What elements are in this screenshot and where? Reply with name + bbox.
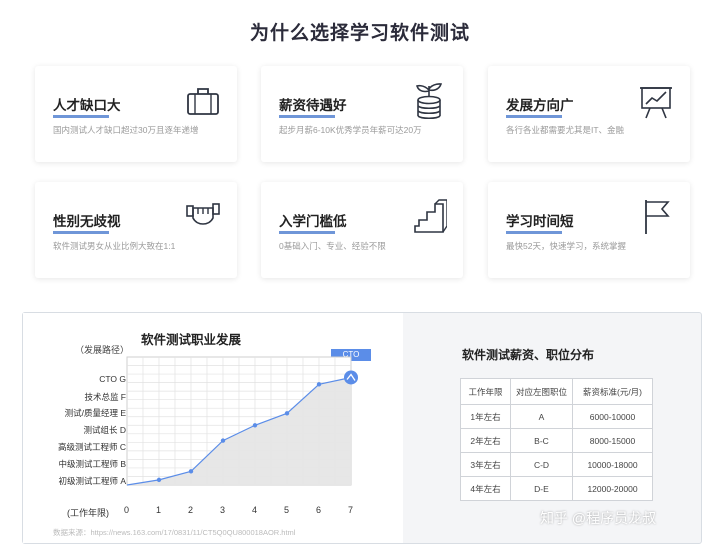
card-description: 最快52天，快速学习，系统掌握 [506, 241, 626, 251]
y-tick-label: CTO G [99, 373, 126, 384]
table-cell: D-E [510, 476, 573, 501]
data-point [188, 469, 194, 474]
table-header: 工作年限 [460, 378, 511, 405]
table-row: 1年左右 A 6000-10000 [460, 404, 653, 429]
x-axis-title: (工作年限) [67, 508, 109, 518]
card-description: 起步月薪6-10K优秀学员年薪可达20万 [279, 125, 422, 135]
card-title: 入学门槛低 [279, 214, 347, 229]
career-chart-area: 软件测试职业发展 （发展路径） CTO 初级测试工程师 A 中级测试工程师 B 高级… [23, 313, 403, 543]
x-tick-label: 1 [156, 505, 162, 515]
card-description: 各行各业都需要尤其是IT、金融 [506, 125, 625, 135]
card-title: 发展方向广 [506, 98, 574, 113]
table-row: 4年左右 D-E 12000-20000 [460, 476, 653, 501]
card-accent-bar [279, 115, 335, 118]
card-talent-gap: 人才缺口大 国内测试人才缺口超过30万且逐年递增 [35, 66, 237, 162]
card-gender-equality: 性别无歧视 软件测试男女从业比例大致在1:1 [35, 182, 237, 278]
table-cell: 1年左右 [460, 404, 511, 429]
data-point [284, 411, 290, 416]
x-tick-label: 0 [124, 505, 130, 515]
table-cell: 8000-15000 [572, 428, 653, 453]
fist-icon [186, 203, 220, 225]
table-cell: 10000-18000 [572, 452, 653, 477]
money-plant-icon [415, 83, 443, 120]
page-title: 为什么选择学习软件测试 [249, 23, 470, 44]
card-description: 软件测试男女从业比例大致在1:1 [53, 241, 176, 251]
table-cell: 4年左右 [460, 476, 511, 501]
briefcase-icon [187, 88, 219, 115]
data-point [252, 423, 258, 428]
card-description: 0基础入门、专业、经验不限 [279, 241, 386, 251]
x-tick-label: 5 [284, 505, 290, 515]
table-cell: B-C [510, 428, 573, 453]
card-career-scope: 发展方向广 各行各业都需要尤其是IT、金融 [488, 66, 690, 162]
data-point [316, 382, 322, 387]
end-marker [344, 370, 358, 385]
table-cell: 12000-20000 [572, 476, 653, 501]
card-accent-bar [53, 115, 109, 118]
y-tick-label: 测试/质量经理 E [64, 408, 126, 419]
flag-icon [645, 200, 670, 234]
card-title: 学习时间短 [506, 214, 574, 229]
x-tick-label: 3 [220, 505, 226, 515]
presentation-chart-icon [640, 87, 672, 119]
y-tick-label: 高级测试工程师 C [57, 442, 126, 453]
x-tick-label: 6 [316, 505, 322, 515]
data-point [156, 477, 162, 483]
y-tick-label: 测试组长 D [83, 425, 126, 436]
table-cell: C-D [510, 452, 573, 477]
card-low-threshold: 入学门槛低 0基础入门、专业、经验不限 [261, 182, 463, 278]
card-salary: 薪资待遇好 起步月薪6-10K优秀学员年薪可达20万 [261, 66, 463, 162]
card-accent-bar [279, 231, 335, 234]
y-tick-label: 初级测试工程师 A [58, 476, 126, 486]
table-row: 2年左右 B-C 8000-15000 [460, 428, 653, 453]
stairs-box-icon [414, 199, 447, 233]
x-tick-label: 2 [188, 505, 194, 515]
watermark: 知乎 @程序员龙叔 [540, 510, 657, 526]
salary-table-title: 软件测试薪资、职位分布 [462, 348, 595, 362]
card-short-study: 学习时间短 最快52天，快速学习，系统掌握 [488, 182, 690, 278]
data-point [220, 438, 226, 443]
card-accent-bar [506, 231, 562, 234]
table-row: 3年左右 C-D 10000-18000 [460, 452, 653, 477]
table-cell: 6000-10000 [572, 404, 653, 429]
card-title: 人才缺口大 [53, 98, 121, 113]
card-accent-bar [53, 231, 109, 234]
table-cell: 3年左右 [460, 452, 511, 477]
table-cell: A [510, 404, 573, 429]
card-title: 性别无歧视 [53, 214, 121, 229]
data-source: 数据来源：https://news.163.com/17/0831/11/CT5… [53, 528, 296, 537]
table-header: 对应左图职位 [510, 378, 573, 405]
card-title: 薪资待遇好 [279, 98, 347, 113]
card-accent-bar [506, 115, 562, 118]
table-header: 薪资标准(元/月) [572, 378, 653, 405]
x-tick-label: 4 [252, 505, 258, 515]
x-tick-label: 7 [348, 505, 354, 515]
salary-table: 工作年限 对应左图职位 薪资标准(元/月) 1年左右 A 6000-10000 … [460, 378, 653, 501]
table-cell: 2年左右 [460, 428, 511, 453]
y-tick-label: 技术总监 F [84, 391, 126, 402]
card-description: 国内测试人才缺口超过30万且逐年递增 [53, 125, 199, 135]
y-tick-label: 中级测试工程师 B [58, 459, 126, 470]
